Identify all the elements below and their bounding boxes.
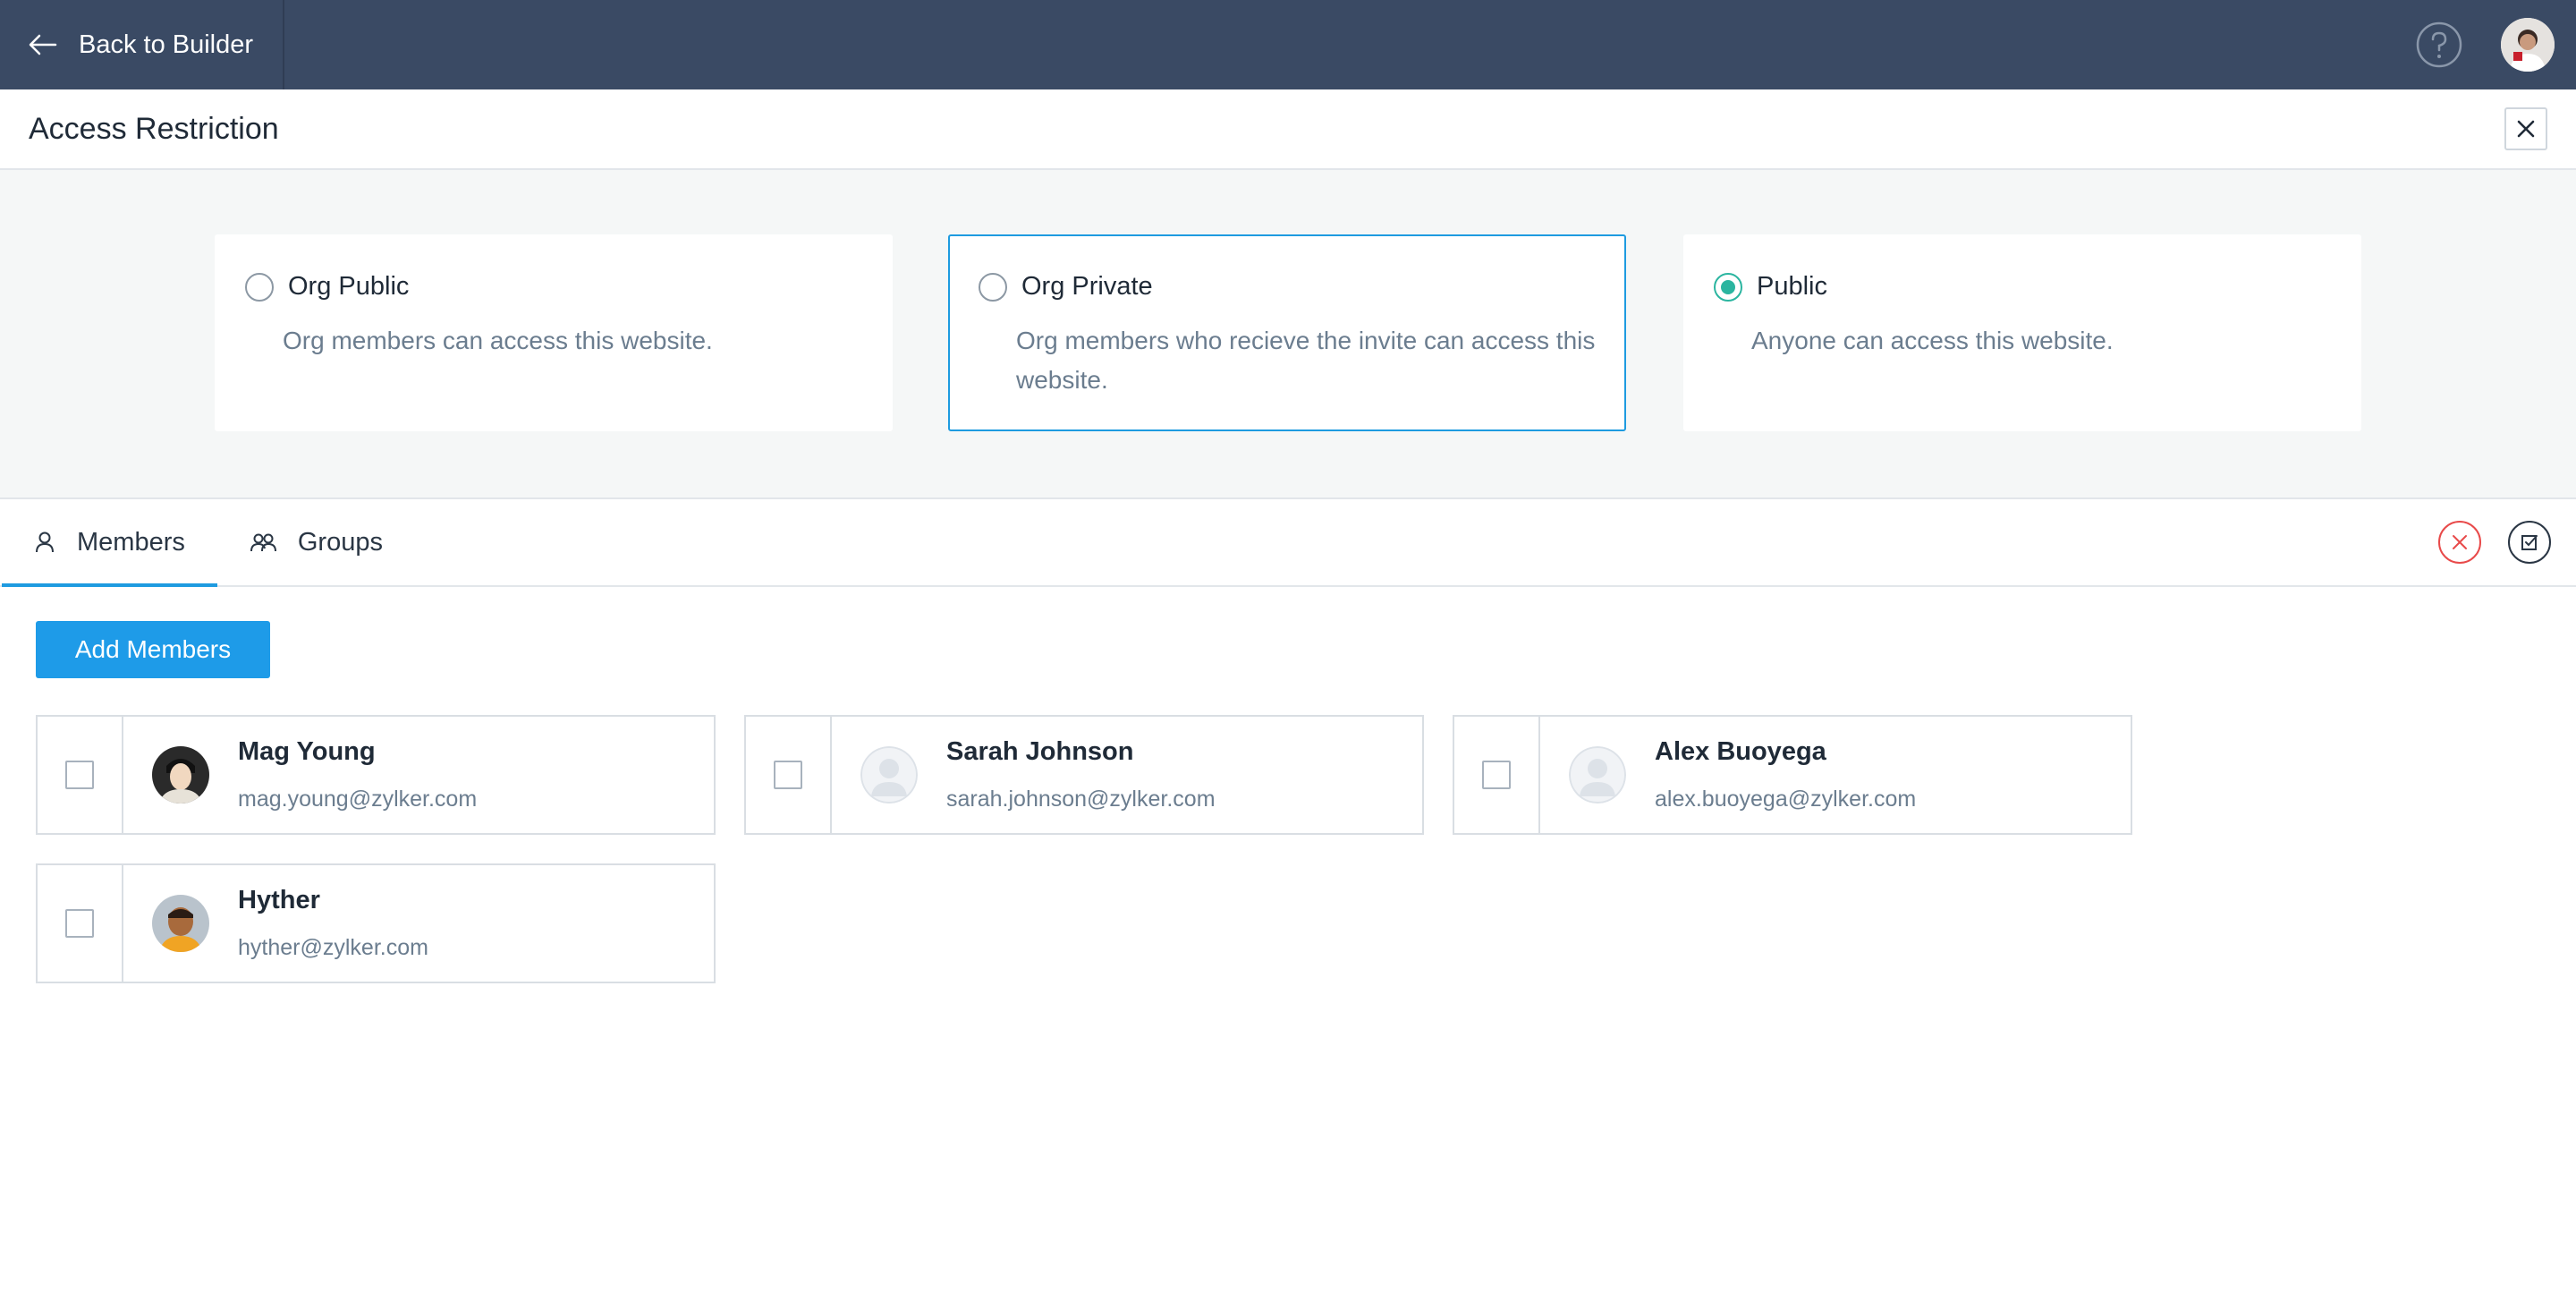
user-avatar[interactable] [2501,18,2555,72]
member-info: Sarah Johnson sarah.johnson@zylker.com [832,717,1216,833]
option-description: Org members who recieve the invite can a… [1016,327,1596,394]
save-button[interactable] [2508,521,2551,564]
member-email: alex.buoyega@zylker.com [1655,787,1917,812]
top-bar: Back to Builder [0,0,2576,89]
member-name: Hyther [238,886,320,914]
close-icon [2517,120,2535,138]
member-info: Mag Young mag.young@zylker.com [123,717,477,833]
option-description: Anyone can access this website. [1751,327,2114,354]
option-head: Org Private [979,272,1596,302]
public-radio[interactable] [1714,272,1742,302]
save-check-icon [2521,535,2538,550]
member-info: Alex Buoyega alex.buoyega@zylker.com [1540,717,1916,833]
org-public-radio[interactable] [245,272,274,302]
member-text: Alex Buoyega alex.buoyega@zylker.com [1655,737,1916,812]
member-text: Hyther hyther@zylker.com [238,886,428,961]
member-name: Alex Buoyega [1655,737,1826,766]
card-check-cell [38,865,123,982]
member-avatar-placeholder [860,746,918,804]
option-head: Org Public [245,272,862,302]
cancel-button[interactable] [2438,521,2481,564]
option-label: Org Public [288,272,410,301]
member-card[interactable]: Sarah Johnson sarah.johnson@zylker.com [744,715,1424,835]
page-title: Access Restriction [29,111,279,146]
member-email: mag.young@zylker.com [238,787,478,812]
cancel-circle-icon [2453,535,2467,549]
option-label: Org Private [1021,272,1153,301]
help-icon[interactable] [2415,21,2463,69]
card-check-cell [746,717,832,833]
option-label: Public [1757,272,1827,301]
member-checkbox[interactable] [1482,761,1511,789]
member-email: hyther@zylker.com [238,935,428,960]
member-card[interactable]: Mag Young mag.young@zylker.com [36,715,716,835]
user-avatar-image [2501,18,2555,72]
topbar-actions [2415,18,2576,72]
member-info: Hyther hyther@zylker.com [123,865,428,982]
person-icon [36,531,54,553]
member-avatar-placeholder [1569,746,1626,804]
member-name: Sarah Johnson [946,737,1134,766]
member-checkbox[interactable] [65,909,94,938]
tab-actions [2411,499,2576,585]
member-card[interactable]: Hyther hyther@zylker.com [36,863,716,983]
member-email: sarah.johnson@zylker.com [946,787,1216,812]
tab-groups[interactable]: Groups [217,499,415,585]
add-members-button[interactable]: Add Members [36,621,270,678]
page-header: Access Restriction [0,89,2576,170]
tab-members[interactable]: Members [0,499,217,587]
access-options: Org Public Org members can access this w… [0,170,2576,499]
org-private-radio[interactable] [979,272,1007,302]
member-avatar [152,746,209,804]
member-checkbox[interactable] [65,761,94,789]
back-to-builder-button[interactable]: Back to Builder [0,0,284,89]
tab-label: Members [77,527,185,557]
back-to-builder-label: Back to Builder [79,30,254,59]
member-text: Mag Young mag.young@zylker.com [238,737,477,812]
option-org-public[interactable]: Org Public Org members can access this w… [215,234,893,431]
option-public[interactable]: Public Anyone can access this website. [1683,234,2361,431]
tab-label: Groups [297,527,383,557]
option-head: Public [1714,272,2331,302]
member-text: Sarah Johnson sarah.johnson@zylker.com [946,737,1216,812]
member-name: Mag Young [238,737,376,766]
option-org-private[interactable]: Org Private Org members who recieve the … [948,234,1626,431]
close-button[interactable] [2504,107,2547,150]
member-checkbox[interactable] [774,761,802,789]
card-check-cell [1454,717,1540,833]
card-check-cell [38,717,123,833]
arrow-left-icon [29,34,57,55]
member-avatar [152,895,209,952]
option-description: Org members can access this website. [283,327,713,354]
group-icon [250,533,276,552]
tabs-bar: Members Groups [0,499,2576,587]
member-card[interactable]: Alex Buoyega alex.buoyega@zylker.com [1453,715,2132,835]
